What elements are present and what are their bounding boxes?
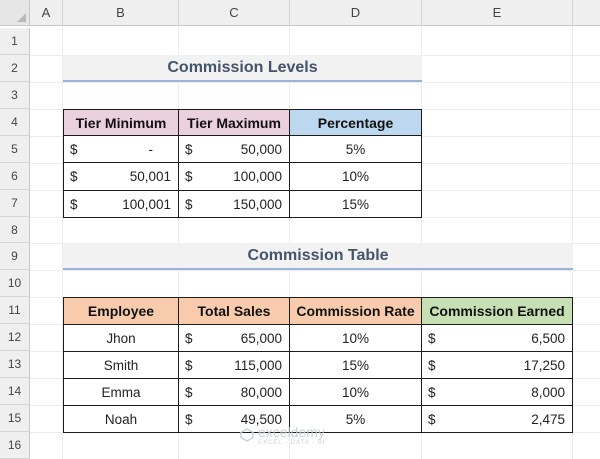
- currency-symbol: $: [185, 169, 193, 184]
- commission-earned-cell[interactable]: $ 8,000: [421, 378, 573, 406]
- currency-symbol: $: [70, 141, 78, 157]
- row-header[interactable]: 13: [0, 351, 30, 378]
- row-header[interactable]: 8: [0, 217, 30, 243]
- employee-cell[interactable]: Smith: [63, 351, 179, 379]
- header-tier-maximum[interactable]: Tier Maximum: [178, 109, 290, 136]
- employee-cell[interactable]: Noah: [63, 405, 179, 433]
- column-header-c[interactable]: C: [179, 0, 290, 26]
- tier-maximum-cell[interactable]: $ 100,000: [178, 162, 290, 191]
- row-header[interactable]: 6: [0, 163, 30, 190]
- row-header[interactable]: 9: [0, 243, 30, 270]
- row-header[interactable]: 11: [0, 297, 30, 324]
- currency-symbol: $: [428, 411, 436, 427]
- total-sales-value: 80,000: [240, 384, 282, 400]
- row-header[interactable]: 3: [0, 82, 30, 109]
- commission-earned-cell[interactable]: $ 6,500: [421, 324, 573, 352]
- currency-symbol: $: [185, 384, 193, 400]
- percentage-cell[interactable]: 5%: [289, 135, 422, 163]
- total-sales-cell[interactable]: $ 115,000: [178, 351, 290, 379]
- currency-symbol: $: [428, 357, 436, 373]
- row-header[interactable]: 14: [0, 378, 30, 405]
- row-header[interactable]: 4: [0, 109, 30, 136]
- row-header[interactable]: 10: [0, 270, 30, 297]
- tier-minimum-value: 50,001: [129, 169, 171, 184]
- total-sales-cell[interactable]: $ 65,000: [178, 324, 290, 352]
- commission-earned-cell[interactable]: $ 17,250: [421, 351, 573, 379]
- gridline: [30, 270, 600, 271]
- watermark-brand: exceldemy: [258, 424, 325, 440]
- commission-rate-cell[interactable]: 15%: [289, 351, 422, 379]
- total-sales-value: 65,000: [240, 330, 282, 346]
- commission-earned-value: 17,250: [523, 357, 565, 373]
- tier-minimum-cell[interactable]: $ 50,001: [63, 162, 179, 191]
- commission-earned-value: 8,000: [531, 384, 565, 400]
- commission-earned-cell[interactable]: $ 2,475: [421, 405, 573, 433]
- currency-symbol: $: [428, 384, 436, 400]
- row-header[interactable]: 5: [0, 136, 30, 163]
- commission-levels-title[interactable]: Commission Levels: [63, 55, 422, 82]
- header-tier-minimum[interactable]: Tier Minimum: [63, 109, 179, 136]
- percentage-cell[interactable]: 10%: [289, 162, 422, 191]
- tier-maximum-value: 50,000: [240, 141, 282, 157]
- column-header-e[interactable]: E: [422, 0, 573, 26]
- row-header[interactable]: 1: [0, 28, 30, 55]
- select-all-corner[interactable]: [0, 0, 30, 26]
- commission-earned-value: 2,475: [531, 411, 565, 427]
- employee-cell[interactable]: Jhon: [63, 324, 179, 352]
- currency-symbol: $: [185, 330, 193, 346]
- currency-symbol: $: [70, 196, 78, 212]
- currency-symbol: $: [185, 141, 193, 157]
- total-sales-cell[interactable]: $ 80,000: [178, 378, 290, 406]
- percentage-cell[interactable]: 15%: [289, 190, 422, 218]
- row-header[interactable]: 15: [0, 405, 30, 432]
- tier-maximum-cell[interactable]: $ 150,000: [178, 190, 290, 218]
- commission-table-title[interactable]: Commission Table: [63, 243, 573, 270]
- watermark-logo: exceldemy EXCEL · DATA · BI: [240, 420, 360, 450]
- tier-maximum-cell[interactable]: $ 50,000: [178, 135, 290, 163]
- column-header-f[interactable]: [573, 0, 600, 26]
- tier-minimum-value: 100,001: [122, 196, 171, 212]
- header-percentage[interactable]: Percentage: [289, 109, 422, 136]
- header-employee[interactable]: Employee: [63, 297, 179, 325]
- currency-symbol: $: [185, 357, 193, 373]
- column-header-b[interactable]: B: [63, 0, 179, 26]
- currency-symbol: $: [185, 196, 193, 212]
- tier-minimum-cell[interactable]: $ -: [63, 135, 179, 163]
- commission-rate-cell[interactable]: 10%: [289, 378, 422, 406]
- watermark-subtitle: EXCEL · DATA · BI: [258, 440, 326, 446]
- commission-earned-value: 6,500: [531, 330, 565, 346]
- tier-maximum-value: 100,000: [233, 169, 282, 184]
- tier-minimum-value: -: [148, 141, 154, 157]
- column-header-d[interactable]: D: [290, 0, 422, 26]
- currency-symbol: $: [428, 330, 436, 346]
- gridline: [30, 82, 600, 83]
- commission-rate-cell[interactable]: 10%: [289, 324, 422, 352]
- header-commission-rate[interactable]: Commission Rate: [289, 297, 422, 325]
- total-sales-value: 115,000: [234, 357, 282, 373]
- employee-cell[interactable]: Emma: [63, 378, 179, 406]
- row-header[interactable]: 2: [0, 55, 30, 82]
- currency-symbol: $: [70, 169, 78, 184]
- exceldemy-logo-icon: [240, 428, 254, 442]
- tier-minimum-cell[interactable]: $ 100,001: [63, 190, 179, 218]
- header-commission-earned[interactable]: Commission Earned: [421, 297, 573, 325]
- tier-maximum-value: 150,000: [233, 196, 282, 212]
- header-total-sales[interactable]: Total Sales: [178, 297, 290, 325]
- row-header[interactable]: 7: [0, 190, 30, 217]
- row-header[interactable]: 16: [0, 432, 30, 459]
- row-header[interactable]: 12: [0, 324, 30, 351]
- currency-symbol: $: [185, 411, 193, 427]
- column-header-a[interactable]: A: [30, 0, 63, 26]
